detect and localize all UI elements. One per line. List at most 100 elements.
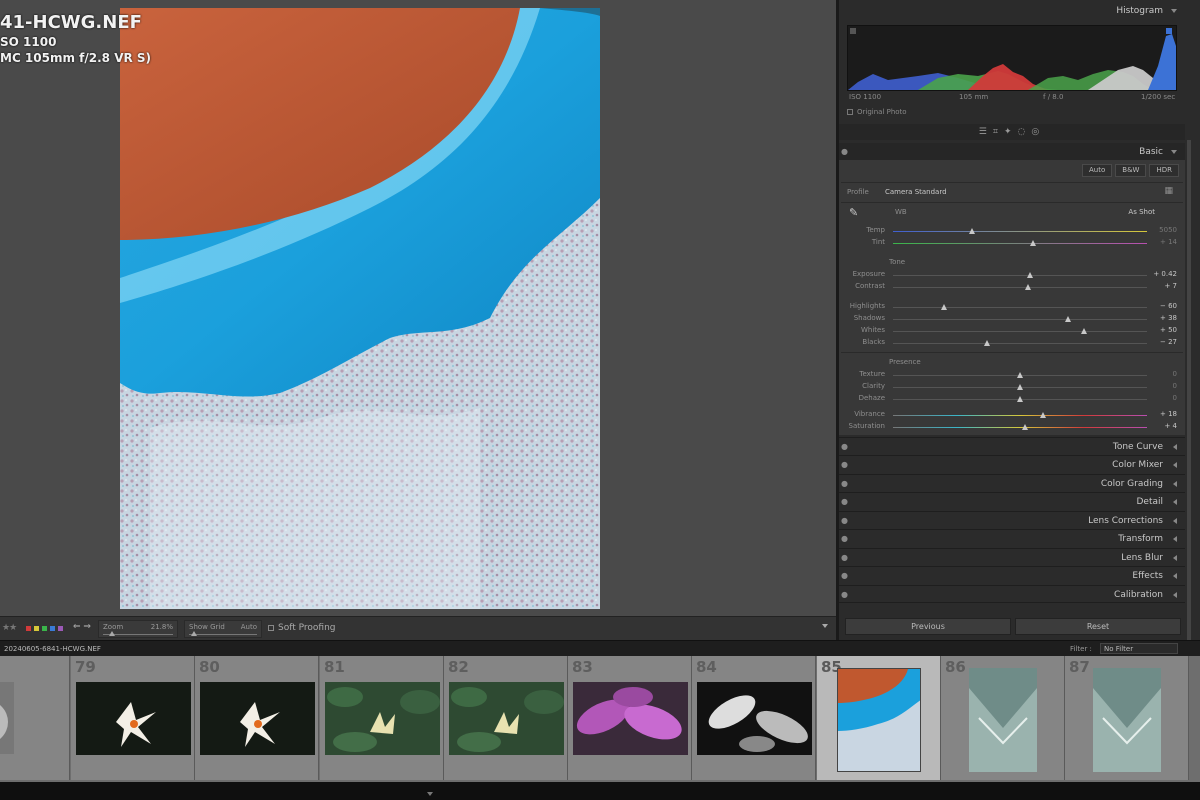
- thumbnail[interactable]: [449, 682, 564, 755]
- slider-knob[interactable]: [983, 340, 990, 346]
- masking-icon[interactable]: ◎: [1031, 127, 1045, 137]
- prev-next-arrows-icon[interactable]: ⇐ ⇒: [73, 622, 91, 632]
- basic-header[interactable]: ● Basic: [839, 143, 1185, 161]
- color-label-red[interactable]: [26, 626, 31, 631]
- thumbnail[interactable]: [0, 682, 14, 754]
- panel-toggle-icon[interactable]: ●: [841, 493, 848, 511]
- slider-texture[interactable]: Texture 0: [839, 369, 1185, 381]
- filmstrip-path[interactable]: 20240605-6841-HCWG.NEF: [4, 645, 101, 653]
- filmstrip-cell[interactable]: [0, 656, 70, 780]
- slider-clarity[interactable]: Clarity 0: [839, 381, 1185, 393]
- slider-saturation[interactable]: Saturation + 4: [839, 421, 1185, 433]
- color-label-green[interactable]: [42, 626, 47, 631]
- color-label-purple[interactable]: [58, 626, 63, 631]
- thumbnail[interactable]: [325, 682, 440, 755]
- redeye-icon[interactable]: ◌: [1017, 127, 1031, 137]
- panel-toggle-icon[interactable]: ●: [841, 530, 848, 548]
- panel-scrollbar[interactable]: [1187, 140, 1191, 640]
- original-photo-icon[interactable]: [847, 109, 853, 115]
- slider-highlights[interactable]: Highlights − 60: [839, 301, 1185, 313]
- color-label-yellow[interactable]: [34, 626, 39, 631]
- slider-whites[interactable]: Whites + 50: [839, 325, 1185, 337]
- filmstrip-cell-87[interactable]: 87: [1065, 656, 1189, 780]
- panel-toggle-icon[interactable]: ●: [841, 567, 848, 585]
- slider-value[interactable]: 0: [1173, 370, 1177, 378]
- filmstrip-cell-79[interactable]: 79: [71, 656, 195, 780]
- slider-knob[interactable]: [1017, 396, 1023, 402]
- grid-control[interactable]: Show Grid Auto: [184, 620, 262, 638]
- panel-detail[interactable]: ● Detail: [839, 492, 1185, 510]
- bw-button[interactable]: B&W: [1115, 164, 1147, 177]
- slider-track[interactable]: [893, 331, 1147, 332]
- slider-knob[interactable]: [1065, 316, 1072, 322]
- slider-tint[interactable]: Tint + 14: [839, 237, 1185, 249]
- toolbar-menu-chevron-icon[interactable]: [822, 624, 828, 628]
- slider-shadows[interactable]: Shadows + 38: [839, 313, 1185, 325]
- filmstrip-cell-84[interactable]: 84: [692, 656, 816, 780]
- healing-icon[interactable]: ✦: [1004, 127, 1018, 137]
- slider-knob[interactable]: [940, 304, 947, 310]
- filmstrip-cell-81[interactable]: 81: [320, 656, 444, 780]
- slider-value[interactable]: − 60: [1160, 302, 1177, 310]
- reset-button[interactable]: Reset: [1015, 618, 1181, 635]
- main-photo[interactable]: [120, 8, 600, 609]
- thumbnail[interactable]: [969, 668, 1037, 772]
- original-photo-toggle[interactable]: Original Photo: [847, 108, 907, 116]
- previous-button[interactable]: Previous: [845, 618, 1011, 635]
- profile-browser-icon[interactable]: ▦: [1164, 186, 1173, 196]
- grid-knob[interactable]: [191, 631, 197, 636]
- slider-value[interactable]: + 50: [1160, 326, 1177, 334]
- panel-toggle-icon[interactable]: ●: [841, 438, 848, 456]
- panel-color-grading[interactable]: ● Color Grading: [839, 474, 1185, 492]
- expand-chevron-icon[interactable]: [1173, 555, 1177, 561]
- slider-knob[interactable]: [1017, 384, 1023, 390]
- slider-track[interactable]: [893, 275, 1147, 276]
- expand-chevron-icon[interactable]: [1173, 573, 1177, 579]
- slider-value[interactable]: + 0.42: [1153, 270, 1177, 278]
- slider-value[interactable]: 5050: [1159, 226, 1177, 234]
- filter-dropdown[interactable]: No Filter: [1100, 643, 1178, 654]
- slider-track[interactable]: [893, 319, 1147, 320]
- panel-toggle-icon[interactable]: ●: [841, 143, 848, 161]
- wb-dropdown[interactable]: As Shot: [1128, 208, 1155, 216]
- expand-chevron-icon[interactable]: [1173, 481, 1177, 487]
- slider-track[interactable]: [893, 427, 1147, 428]
- filmstrip-cell-82[interactable]: 82: [444, 656, 568, 780]
- expand-chevron-icon[interactable]: [1173, 536, 1177, 542]
- slider-value[interactable]: + 18: [1160, 410, 1177, 418]
- slider-knob[interactable]: [1039, 412, 1046, 418]
- slider-value[interactable]: + 38: [1160, 314, 1177, 322]
- zoom-control[interactable]: Zoom 21.8%: [98, 620, 178, 638]
- filmstrip-cell-80[interactable]: 80: [195, 656, 319, 780]
- image-canvas[interactable]: 41-HCWG.NEF SO 1100 MC 105mm f/2.8 VR S): [0, 0, 836, 616]
- hdr-button[interactable]: HDR: [1149, 164, 1179, 177]
- soft-proofing-checkbox[interactable]: [268, 624, 274, 631]
- expand-chevron-icon[interactable]: [427, 792, 433, 796]
- filmstrip-cell-83[interactable]: 83: [568, 656, 692, 780]
- panel-lens-blur[interactable]: ● Lens Blur: [839, 548, 1185, 566]
- thumbnail[interactable]: [573, 682, 688, 755]
- slider-value[interactable]: 0: [1173, 382, 1177, 390]
- panel-tone-curve[interactable]: ● Tone Curve: [839, 437, 1185, 455]
- thumbnail[interactable]: [76, 682, 191, 755]
- filmstrip-cell-86[interactable]: 86: [941, 656, 1065, 780]
- panel-effects[interactable]: ● Effects: [839, 566, 1185, 584]
- basic-collapse-chevron-icon[interactable]: [1171, 150, 1177, 154]
- slider-contrast[interactable]: Contrast + 7: [839, 281, 1185, 293]
- panel-lens-corrections[interactable]: ● Lens Corrections: [839, 511, 1185, 529]
- auto-button[interactable]: Auto: [1082, 164, 1113, 177]
- panel-toggle-icon[interactable]: ●: [841, 586, 848, 604]
- edit-sliders-icon[interactable]: ☰: [979, 127, 993, 137]
- slider-track[interactable]: [893, 415, 1147, 416]
- slider-value[interactable]: + 7: [1164, 282, 1177, 290]
- slider-knob[interactable]: [1080, 328, 1087, 334]
- panel-toggle-icon[interactable]: ●: [841, 512, 848, 530]
- slider-knob[interactable]: [1022, 424, 1029, 430]
- panel-transform[interactable]: ● Transform: [839, 529, 1185, 547]
- slider-knob[interactable]: [1027, 272, 1034, 278]
- panel-color-mixer[interactable]: ● Color Mixer: [839, 455, 1185, 473]
- expand-chevron-icon[interactable]: [1173, 499, 1177, 505]
- slider-knob[interactable]: [968, 228, 975, 234]
- slider-knob[interactable]: [1024, 284, 1031, 290]
- slider-knob[interactable]: [1029, 240, 1036, 246]
